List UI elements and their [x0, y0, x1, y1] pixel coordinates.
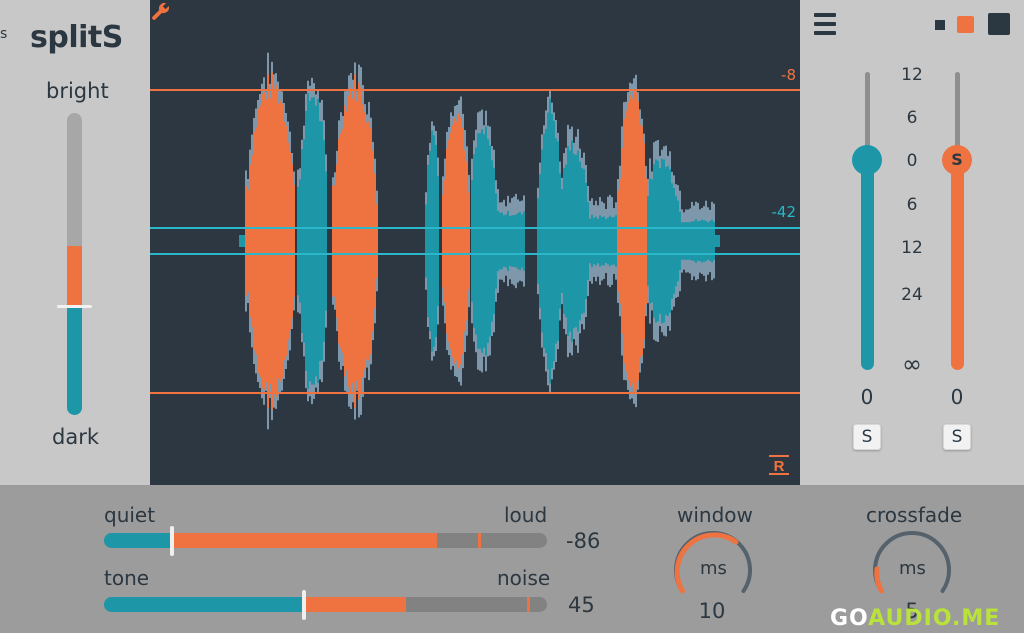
upper-threshold-label: -8 [781, 66, 796, 84]
noise-label: noise [497, 566, 551, 590]
quiet-range [104, 533, 172, 548]
noise-range [304, 597, 406, 612]
quiet-gain-value: 0 [860, 385, 874, 409]
window-unit: ms [700, 558, 727, 579]
watermark-part1: GO [830, 606, 869, 631]
tone-noise-handle[interactable] [302, 590, 306, 620]
brightness-slider[interactable] [67, 113, 82, 415]
hamburger-icon[interactable] [814, 13, 836, 35]
watermark-part2: AUDIO.ME [868, 606, 1001, 631]
edge-glyph: s [0, 26, 8, 42]
scale-label: 12 [901, 65, 923, 85]
loud-label: loud [504, 503, 548, 527]
crossfade-unit: ms [899, 558, 926, 579]
waveform-svg [150, 52, 800, 430]
tone-noise-slider[interactable] [104, 597, 547, 612]
peak-marker [478, 533, 481, 548]
reset-label: R [774, 458, 785, 475]
scale-label: 6 [906, 195, 918, 215]
loud-gain-knob[interactable]: S [942, 145, 972, 175]
tone-range [104, 597, 304, 612]
tone-label: tone [104, 566, 150, 590]
quiet-label: quiet [104, 503, 156, 527]
tone-noise-value: 45 [568, 593, 595, 617]
scale-label: ∞ [902, 350, 922, 378]
reset-button[interactable]: R [768, 454, 790, 476]
wrench-icon[interactable] [150, 0, 172, 22]
quiet-gain-knob[interactable] [852, 145, 882, 175]
scale-label: 24 [901, 285, 923, 305]
scale-label: 6 [906, 108, 918, 128]
waveform-display[interactable]: -8 -42 R [150, 0, 800, 485]
window-label: window [677, 503, 753, 527]
watermark: GOAUDIO.ME [830, 606, 1000, 631]
left-panel: s splitS bright dark [0, 0, 150, 485]
noise-marker [527, 597, 530, 612]
scale-label: 12 [901, 238, 923, 258]
crossfade-label: crossfade [866, 503, 963, 527]
waveform-quiet-segments [239, 93, 720, 389]
loud-gain-fill [951, 160, 964, 370]
r-icon: R [769, 455, 789, 475]
app-title: splitS [30, 20, 123, 55]
size-small-button[interactable] [935, 20, 945, 30]
lower-threshold-label: -42 [771, 203, 797, 221]
bright-label: bright [46, 79, 109, 103]
loud-gain-value: 0 [950, 385, 964, 409]
brightness-upper-range [67, 246, 82, 306]
quiet-solo-button[interactable]: S [853, 424, 881, 450]
brightness-lower-range [67, 306, 82, 415]
quiet-loud-value: -86 [566, 529, 601, 553]
size-medium-button[interactable] [957, 16, 974, 33]
quiet-loud-handle[interactable] [170, 526, 174, 556]
brightness-slider-handle[interactable] [57, 305, 92, 308]
window-value: 10 [698, 599, 726, 623]
size-large-button[interactable] [988, 13, 1010, 35]
scale-label: 0 [906, 151, 918, 171]
mid-range [172, 533, 437, 548]
dark-label: dark [52, 425, 99, 449]
loud-solo-button[interactable]: S [943, 424, 971, 450]
quiet-gain-fill [861, 160, 874, 370]
right-panel: 12 6 0 6 12 24 ∞ S 0 0 S S [800, 0, 1024, 485]
